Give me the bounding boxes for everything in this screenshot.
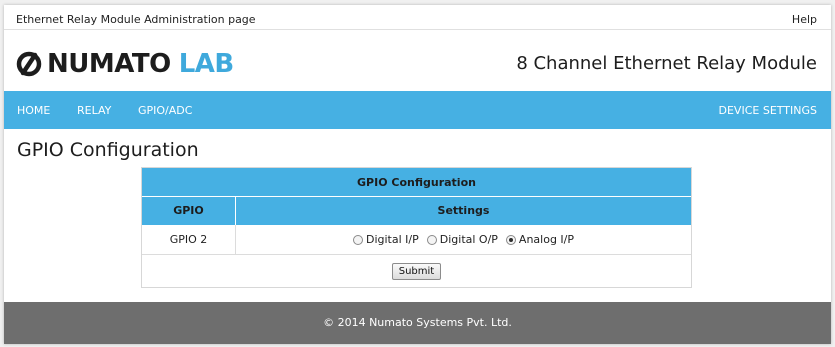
page-frame: Ethernet Relay Module Administration pag… (4, 5, 831, 344)
table-header-row: GPIO Settings (142, 197, 691, 225)
numato-lab-logo[interactable]: NUMATO LAB (16, 49, 234, 79)
nav-relay[interactable]: RELAY (77, 104, 111, 117)
radio-analog-input-control[interactable] (505, 234, 516, 245)
logo-word-lab: LAB (178, 49, 235, 79)
column-header-settings: Settings (437, 204, 490, 217)
settings-cell: Digital I/P Digital O/P Analog I/P (236, 233, 691, 246)
radio-analog-input-label: Analog I/P (518, 233, 575, 246)
radio-digital-input-control[interactable] (352, 234, 363, 245)
nav-home[interactable]: HOME (17, 104, 50, 117)
submit-row: Submit (142, 255, 691, 287)
radio-digital-input[interactable]: Digital I/P (352, 233, 419, 246)
submit-button[interactable]: Submit (391, 262, 442, 280)
logo-word-numato: NUMATO (47, 49, 171, 79)
footer: © 2014 Numato Systems Pvt. Ltd. (4, 302, 831, 344)
table-caption: GPIO Configuration (142, 168, 691, 197)
gpio-config-table: GPIO Configuration GPIO Settings GPIO 2 … (141, 167, 692, 288)
brand-header: NUMATO LAB 8 Channel Ethernet Relay Modu… (4, 31, 831, 91)
page-title: GPIO Configuration (17, 139, 199, 161)
help-link[interactable]: Help (792, 13, 817, 26)
radio-digital-input-label: Digital I/P (365, 233, 419, 246)
numato-logo-mark-icon (16, 51, 42, 77)
top-bar: Ethernet Relay Module Administration pag… (4, 5, 831, 30)
table-row: GPIO 2 Digital I/P Digital O/P Analog I/… (142, 224, 691, 255)
radio-digital-output-label: Digital O/P (439, 233, 498, 246)
main-nav: HOME RELAY GPIO/ADC DEVICE SETTINGS (4, 91, 831, 129)
radio-analog-input[interactable]: Analog I/P (505, 233, 575, 246)
product-name: 8 Channel Ethernet Relay Module (516, 53, 817, 74)
radio-digital-output-control[interactable] (426, 234, 437, 245)
nav-gpio-adc[interactable]: GPIO/ADC (138, 104, 192, 117)
column-header-gpio: GPIO (142, 197, 236, 225)
admin-page-title: Ethernet Relay Module Administration pag… (16, 13, 256, 26)
radio-digital-output[interactable]: Digital O/P (426, 233, 498, 246)
nav-device-settings[interactable]: DEVICE SETTINGS (719, 104, 817, 117)
gpio-name-cell: GPIO 2 (142, 224, 236, 255)
